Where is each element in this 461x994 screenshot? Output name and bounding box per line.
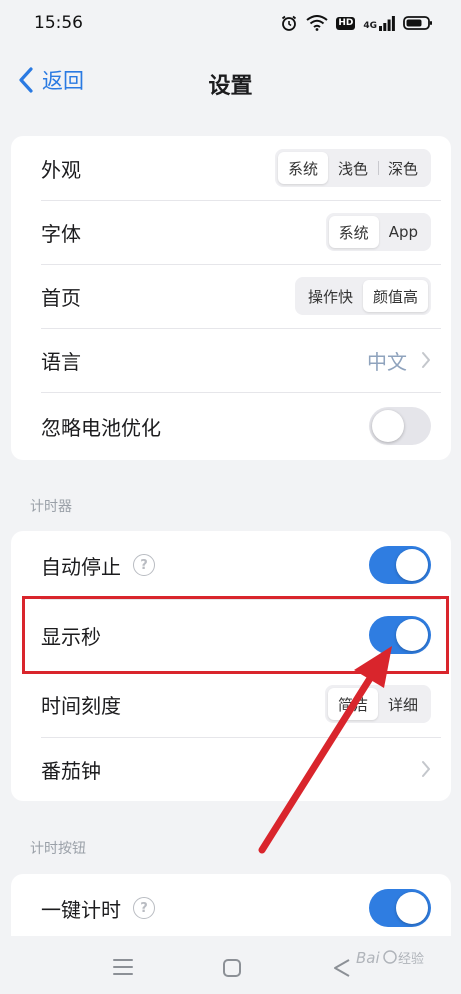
help-icon[interactable]: ?	[133, 554, 155, 576]
network-type-label: 4G	[363, 21, 377, 31]
home-row: 首页 操作快 颜值高	[11, 264, 451, 328]
timer-section-title: 计时器	[30, 499, 72, 515]
pomodoro-label: 番茄钟	[41, 758, 101, 783]
appearance-label: 外观	[41, 157, 81, 182]
home-label: 首页	[41, 285, 81, 310]
time-scale-option-detailed[interactable]: 详细	[378, 688, 428, 720]
watermark-logo: Bai 经验	[356, 949, 424, 967]
font-segmented-control: 系统 App	[325, 213, 431, 251]
toggle-knob	[396, 619, 428, 651]
show-seconds-label: 显示秒	[41, 624, 101, 649]
back-triangle-icon[interactable]	[332, 958, 352, 978]
appearance-option-dark[interactable]: 深色	[377, 152, 428, 184]
toggle-knob	[396, 892, 428, 924]
chevron-right-icon	[422, 352, 430, 368]
font-option-system[interactable]: 系统	[328, 216, 379, 248]
language-value: 中文	[367, 349, 407, 374]
svg-text:经验: 经验	[398, 951, 424, 967]
battery-icon	[403, 16, 432, 30]
time-scale-segmented-control: 简洁 详细	[324, 685, 431, 723]
header: 返回 设置	[0, 52, 461, 112]
auto-stop-label: 自动停止	[41, 554, 121, 579]
auto-stop-toggle[interactable]	[369, 546, 431, 584]
alarm-icon	[282, 15, 297, 31]
home-icon[interactable]	[222, 958, 242, 978]
wifi-icon	[306, 15, 328, 31]
battery-optimization-label: 忽略电池优化	[41, 415, 161, 440]
time-scale-row: 时间刻度 简洁 详细	[11, 671, 451, 737]
auto-stop-row: 自动停止 ?	[11, 531, 451, 599]
home-option-fast[interactable]: 操作快	[298, 280, 363, 312]
home-option-pretty[interactable]: 颜值高	[362, 280, 428, 312]
timer-button-card: 一键计时 ?	[11, 874, 451, 936]
one-tap-timer-toggle[interactable]	[369, 889, 431, 927]
font-row: 字体 系统 App	[11, 200, 451, 264]
show-seconds-toggle[interactable]	[369, 616, 431, 654]
timer-settings-card: 自动停止 ? 显示秒 时间刻度 简洁 详细 番茄钟	[11, 531, 451, 801]
pomodoro-row[interactable]: 番茄钟	[11, 737, 451, 801]
appearance-segmented-control: 系统 浅色 深色	[274, 149, 431, 187]
font-label: 字体	[41, 221, 81, 246]
general-settings-card: 外观 系统 浅色 深色 字体 系统 App 首页 操作快 颜值高 语言 中文 忽…	[11, 136, 451, 460]
language-label: 语言	[41, 349, 81, 374]
help-icon[interactable]: ?	[133, 897, 155, 919]
time-scale-option-simple[interactable]: 简洁	[327, 688, 378, 720]
home-segmented-control: 操作快 颜值高	[294, 277, 431, 315]
font-option-app[interactable]: App	[379, 216, 428, 248]
auto-stop-label-group: 自动停止 ?	[41, 551, 155, 580]
cellular-icon: 4G	[363, 15, 395, 31]
timer-button-section-title: 计时按钮	[30, 841, 86, 857]
appearance-option-system[interactable]: 系统	[277, 152, 328, 184]
battery-optimization-toggle[interactable]	[369, 407, 431, 445]
status-time: 15:56	[34, 13, 83, 33]
battery-optimization-row: 忽略电池优化	[11, 392, 451, 460]
one-tap-timer-row: 一键计时 ?	[11, 874, 451, 936]
show-seconds-row: 显示秒	[11, 599, 451, 671]
one-tap-label-group: 一键计时 ?	[41, 894, 155, 923]
status-bar: 15:56 HD 4G	[0, 0, 461, 46]
svg-text:Bai: Bai	[356, 949, 380, 967]
toggle-knob	[396, 549, 428, 581]
toggle-knob	[372, 410, 404, 442]
hd-icon: HD	[336, 16, 356, 30]
appearance-option-light[interactable]: 浅色	[328, 152, 378, 184]
page-title: 设置	[208, 74, 253, 99]
chevron-right-icon	[422, 761, 430, 777]
menu-icon[interactable]	[112, 958, 134, 976]
language-row[interactable]: 语言 中文	[11, 328, 451, 392]
language-selector[interactable]: 中文	[367, 346, 431, 375]
one-tap-timer-label: 一键计时	[41, 897, 121, 922]
appearance-row: 外观 系统 浅色 深色	[11, 136, 451, 200]
status-icons: HD 4G	[280, 14, 433, 32]
time-scale-label: 时间刻度	[41, 693, 121, 718]
